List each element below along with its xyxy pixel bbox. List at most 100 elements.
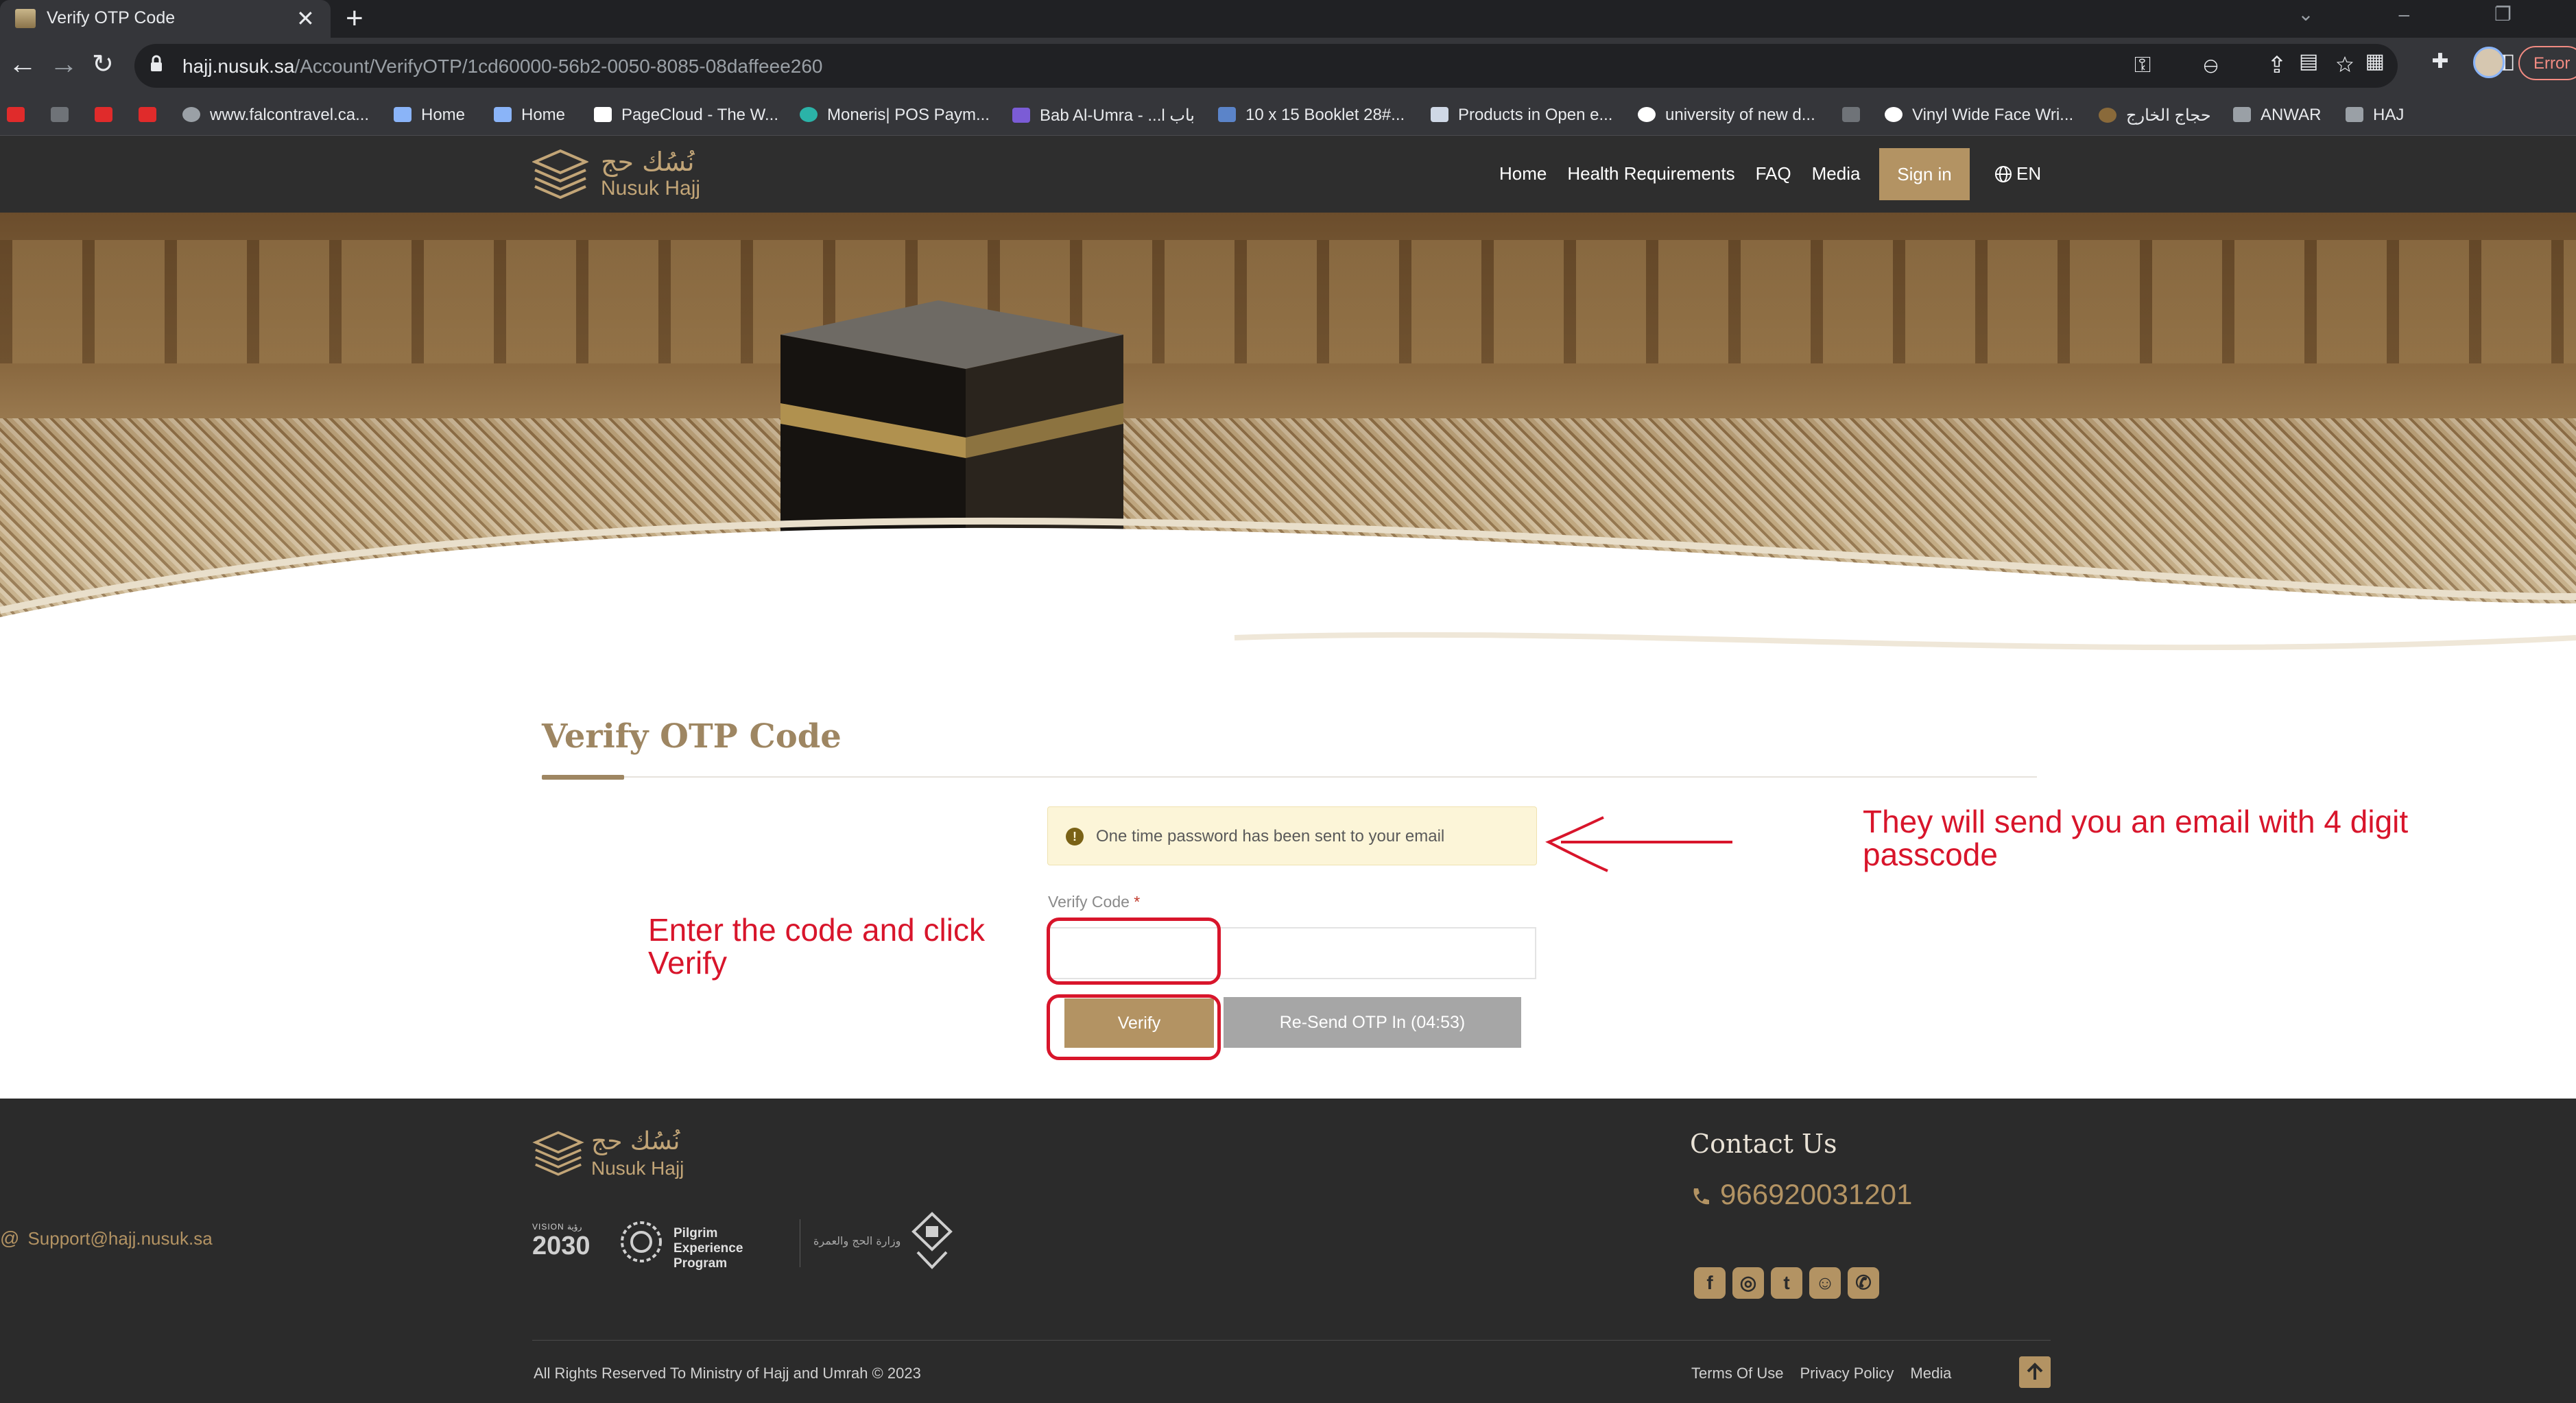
social-links: f ◎ t ☺ ✆ bbox=[1694, 1267, 1886, 1299]
nav-faq[interactable]: FAQ bbox=[1756, 163, 1791, 184]
logo-english-text: Nusuk Hajj bbox=[601, 177, 701, 200]
forward-arrow-icon[interactable]: → bbox=[49, 47, 78, 80]
bookmark-item[interactable]: HAJ bbox=[2346, 106, 2404, 125]
footer-logo-english: Nusuk Hajj bbox=[591, 1158, 684, 1179]
bookmark-item[interactable]: Vinyl Wide Face Wri... bbox=[1885, 106, 2073, 125]
bookmark-item[interactable]: Bab Al-Umra - ...l باب bbox=[1012, 106, 1195, 125]
annotation-arrow-icon bbox=[1545, 816, 1732, 872]
logo-arabic-text: نُسُك حج bbox=[601, 147, 695, 177]
bookmark-item[interactable]: Moneris| POS Paym... bbox=[800, 106, 990, 125]
ministry-arabic-text: وزارة الحج والعمرة bbox=[813, 1234, 901, 1247]
title-accent-bar bbox=[542, 775, 624, 780]
bookmark-youtube-icon[interactable] bbox=[7, 106, 34, 125]
globe-icon bbox=[1995, 166, 2012, 182]
site-header: نُسُك حج Nusuk Hajj Home Health Requireme… bbox=[0, 136, 2576, 213]
annotation-highlight-verify bbox=[1047, 994, 1221, 1060]
bookmark-item[interactable]: Home bbox=[394, 106, 465, 125]
bookmark-item[interactable]: www.falcontravel.ca... bbox=[182, 106, 369, 125]
bookmarks-bar: www.falcontravel.ca... Home Home PageClo… bbox=[0, 95, 2576, 136]
terms-of-use-link[interactable]: Terms Of Use bbox=[1691, 1365, 1783, 1382]
browser-tab-active[interactable]: Verify OTP Code ✕ bbox=[0, 0, 331, 38]
footer-media-link[interactable]: Media bbox=[1910, 1365, 1951, 1382]
footer-logo-arabic: نُسُك حج bbox=[591, 1127, 680, 1155]
new-tab-button[interactable]: + bbox=[346, 1, 363, 36]
verify-code-label: Verify Code * bbox=[1048, 893, 1141, 911]
facebook-icon[interactable]: f bbox=[1694, 1267, 1726, 1299]
url-host: hajj.nusuk.sa bbox=[182, 56, 295, 77]
bookmark-item[interactable]: حجاج الخارج bbox=[2099, 106, 2211, 125]
page-title: Verify OTP Code bbox=[542, 717, 842, 756]
bookmark-doc-icon[interactable] bbox=[51, 106, 78, 125]
pilgrim-program-text: Pilgrim Experience Program bbox=[673, 1226, 743, 1271]
bookmark-item[interactable]: Products in Open e... bbox=[1431, 106, 1612, 125]
annotation-left-line1: Enter the code and click bbox=[648, 912, 985, 948]
bookmark-item[interactable]: 10 x 15 Booklet 28#... bbox=[1218, 106, 1405, 125]
privacy-policy-link[interactable]: Privacy Policy bbox=[1800, 1365, 1894, 1382]
nusuk-logo-icon bbox=[532, 1131, 584, 1176]
instagram-icon[interactable]: ◎ bbox=[1732, 1267, 1764, 1299]
main-nav: Home Health Requirements FAQ Media bbox=[1499, 163, 1881, 184]
annotation-highlight-input bbox=[1047, 918, 1221, 985]
snapchat-icon[interactable]: ☺ bbox=[1809, 1267, 1841, 1299]
hero-arches bbox=[0, 240, 2576, 363]
annotation-right-line1: They will send you an email with 4 digit bbox=[1863, 804, 2409, 839]
tab-close-icon[interactable]: ✕ bbox=[296, 5, 315, 32]
contact-us-heading: Contact Us bbox=[1690, 1129, 1837, 1159]
annotation-left-line2: Verify bbox=[648, 945, 728, 981]
hero-banner-image bbox=[0, 213, 2576, 665]
copyright-text: All Rights Reserved To Ministry of Hajj … bbox=[534, 1365, 921, 1382]
nusuk-logo-icon bbox=[532, 149, 588, 200]
contact-phone[interactable]: 966920031201 bbox=[1690, 1178, 1912, 1211]
twitter-icon[interactable]: t bbox=[1771, 1267, 1802, 1299]
required-marker: * bbox=[1134, 893, 1141, 911]
at-sign-icon: @ bbox=[0, 1227, 20, 1249]
site-favicon-icon bbox=[15, 9, 36, 28]
lock-icon bbox=[151, 55, 162, 71]
nav-home[interactable]: Home bbox=[1499, 163, 1547, 184]
annotation-left-text: Enter the code and click Verify bbox=[648, 913, 985, 979]
browser-toolbar: ← → ↻ hajj.nusuk.sa/Account/VerifyOTP/1c… bbox=[0, 38, 2576, 95]
alert-message: One time password has been sent to your … bbox=[1096, 827, 1445, 846]
nusuk-hajj-logo[interactable]: نُسُك حج Nusuk Hajj bbox=[532, 144, 738, 206]
footer-divider bbox=[532, 1340, 2051, 1341]
title-divider bbox=[542, 776, 2037, 778]
footer-logo[interactable]: نُسُك حج Nusuk Hajj bbox=[532, 1127, 738, 1182]
partner-logos: VISION رؤية 2030 Pilgrim Experience Progra… bbox=[532, 1211, 957, 1280]
whatsapp-icon[interactable]: ✆ bbox=[1848, 1267, 1879, 1299]
language-switcher[interactable]: EN bbox=[1994, 163, 2041, 184]
bookmark-item[interactable]: PageCloud - The W... bbox=[594, 106, 778, 125]
hero-wave-decoration bbox=[0, 517, 2576, 665]
profile-error-badge[interactable]: Error bbox=[2518, 46, 2576, 80]
browser-tab-strip: Verify OTP Code ✕ + ⌄ – ❐ bbox=[0, 0, 2576, 38]
ministry-emblem-icon bbox=[911, 1212, 953, 1269]
bookmark-youtube-icon[interactable] bbox=[139, 106, 166, 125]
reload-icon[interactable]: ↻ bbox=[92, 49, 114, 80]
bookmark-item[interactable]: ANWAR bbox=[2233, 106, 2321, 125]
footer-links: Terms Of Use Privacy Policy Media bbox=[1691, 1365, 1968, 1382]
phone-icon bbox=[1693, 1188, 1709, 1205]
otp-sent-alert: ! One time password has been sent to you… bbox=[1047, 806, 1537, 865]
annotation-right-line2: passcode bbox=[1863, 837, 1998, 872]
scroll-to-top-icon[interactable] bbox=[2019, 1356, 2051, 1388]
site-footer: نُسُك حج Nusuk Hajj VISION رؤية 2030 Pilg… bbox=[0, 1099, 2576, 1403]
nav-media[interactable]: Media bbox=[1812, 163, 1861, 184]
window-controls[interactable]: ⌄ – ❐ bbox=[2298, 3, 2551, 25]
bookmark-item[interactable]: Home bbox=[494, 106, 565, 125]
back-arrow-icon[interactable]: ← bbox=[8, 47, 37, 80]
url-text: hajj.nusuk.sa/Account/VerifyOTP/1cd60000… bbox=[182, 56, 822, 77]
language-label: EN bbox=[2016, 163, 2042, 184]
url-path: /Account/VerifyOTP/1cd60000-56b2-0050-80… bbox=[294, 56, 823, 77]
address-bar[interactable]: hajj.nusuk.sa/Account/VerifyOTP/1cd60000… bbox=[134, 44, 2398, 88]
tab-title: Verify OTP Code bbox=[47, 8, 176, 27]
vision-2030-logo: VISION رؤية 2030 bbox=[532, 1222, 591, 1260]
bookmark-youtube-icon[interactable] bbox=[95, 106, 122, 125]
sign-in-button[interactable]: Sign in bbox=[1879, 148, 1970, 200]
nav-health-requirements[interactable]: Health Requirements bbox=[1567, 163, 1734, 184]
profile-avatar[interactable] bbox=[2473, 47, 2505, 78]
pilgrim-program-emblem-icon bbox=[621, 1221, 662, 1262]
contact-email[interactable]: @ Support@hajj.nusuk.sa bbox=[0, 1227, 213, 1249]
info-icon: ! bbox=[1066, 828, 1084, 846]
bookmark-doc-icon[interactable] bbox=[1842, 106, 1870, 125]
resend-otp-button[interactable]: Re-Send OTP In (04:53) bbox=[1224, 997, 1521, 1048]
bookmark-item[interactable]: university of new d... bbox=[1638, 106, 1815, 125]
